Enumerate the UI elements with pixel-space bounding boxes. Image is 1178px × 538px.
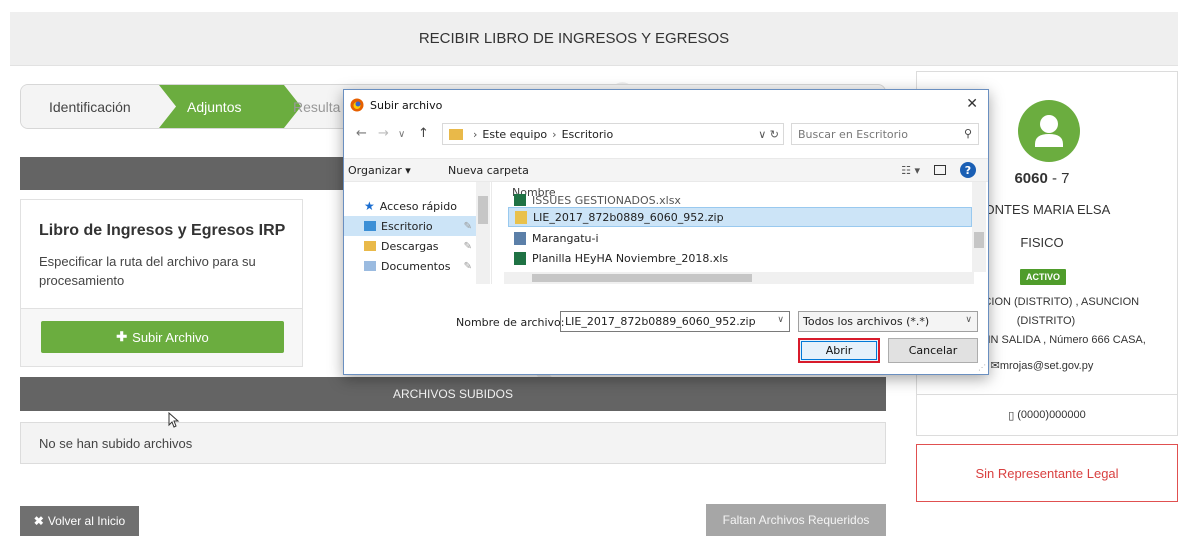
cancel-button[interactable]: Cancelar	[888, 338, 978, 363]
close-icon[interactable]: ✕	[966, 96, 978, 112]
upload-card: Libro de Ingresos y Egresos IRP Especifi…	[20, 199, 303, 367]
filename-label: Nombre de archivo:	[456, 316, 565, 329]
recent-chevron-icon[interactable]: ∨	[398, 129, 405, 140]
plus-icon: ✚	[116, 329, 128, 344]
phone-icon: ▯	[1008, 409, 1015, 422]
back-home-button[interactable]: ✖ Volver al Inicio	[20, 506, 139, 536]
legal-representative: Sin Representante Legal	[916, 444, 1178, 502]
uploaded-files-empty: No se han subido archivos	[20, 422, 886, 464]
help-icon[interactable]: ?	[960, 162, 976, 178]
file-list-scrollbar[interactable]	[972, 182, 986, 272]
star-icon: ★	[364, 199, 375, 213]
resize-grip-icon[interactable]: ⋰	[978, 363, 986, 372]
dialog-titlebar: Subir archivo ✕	[344, 90, 988, 120]
upload-file-button[interactable]: ✚ Subir Archivo	[41, 321, 284, 353]
filetype-select[interactable]: Todos los archivos (*.*) ∨	[798, 311, 978, 332]
envelope-icon: ✉	[990, 360, 1000, 372]
chevron-down-icon[interactable]: ∨	[777, 315, 784, 325]
chevron-down-icon: ∨	[965, 315, 972, 325]
chevron-right-icon: ›	[473, 127, 478, 141]
refresh-icon[interactable]: ∨ ↻	[758, 128, 779, 141]
shortcut-file-icon	[514, 231, 526, 245]
page-header: RECIBIR LIBRO DE INGRESOS Y EGRESOS	[10, 12, 1178, 66]
card-footer: ✚ Subir Archivo	[21, 308, 302, 366]
taxpayer-phone: ▯ (0000)000000	[917, 394, 1177, 435]
documents-folder-icon	[364, 261, 376, 271]
search-icon: ⚲	[963, 127, 972, 140]
back-arrow-icon[interactable]: ←	[356, 126, 367, 141]
address-row: ← → ∨ ↑ › Este equipo › Escritorio ∨ ↻ B…	[344, 123, 988, 147]
excel-file-icon	[514, 194, 526, 206]
downloads-folder-icon	[364, 241, 376, 251]
mouse-cursor-icon	[168, 412, 180, 428]
pin-icon: ✎	[463, 240, 472, 252]
avatar	[1018, 100, 1080, 162]
missing-files-button[interactable]: Faltan Archivos Requeridos	[706, 504, 886, 536]
breadcrumb-escritorio[interactable]: Escritorio	[562, 128, 614, 141]
nav-escritorio[interactable]: Escritorio ✎	[344, 216, 476, 236]
dialog-toolbar: Organizar ▾ Nueva carpeta ☷ ▾ ?	[344, 158, 988, 182]
address-bar[interactable]: › Este equipo › Escritorio ∨ ↻	[442, 123, 784, 145]
breadcrumb-este-equipo[interactable]: Este equipo	[482, 128, 547, 141]
pin-icon: ✎	[463, 260, 472, 272]
navigation-pane: ★ Acceso rápido Escritorio ✎ Descargas ✎ Do…	[344, 182, 492, 284]
file-list: Nombre ISSUES GESTIONADOS.xlsx LIE_2017_…	[504, 182, 988, 284]
zip-file-icon	[515, 210, 527, 224]
filename-input[interactable]: LIE_2017_872b0889_6060_952.zip ∨	[560, 311, 790, 332]
firefox-icon	[350, 98, 364, 112]
uploaded-files-header: ARCHIVOS SUBIDOS	[20, 377, 886, 411]
nav-documentos[interactable]: Documentos ✎	[344, 256, 476, 276]
excel-file-icon	[514, 251, 526, 265]
file-upload-dialog: Subir archivo ✕ ← → ∨ ↑ › Este equipo › …	[343, 89, 989, 375]
file-row[interactable]: ISSUES GESTIONADOS.xlsx	[508, 194, 972, 206]
nav-scrollbar[interactable]	[476, 182, 490, 284]
chevron-right-icon: ›	[552, 127, 557, 141]
user-icon	[1035, 115, 1063, 147]
view-options-icon[interactable]: ☷ ▾	[901, 164, 920, 177]
file-row[interactable]: Planilla HEyHA Noviembre_2018.xls	[508, 248, 972, 268]
step-adjuntos[interactable]: Adjuntos	[159, 85, 301, 128]
file-list-hscrollbar[interactable]	[504, 272, 974, 284]
preview-pane-icon[interactable]	[934, 165, 946, 175]
close-icon: ✖	[33, 514, 44, 528]
nav-quick-access[interactable]: ★ Acceso rápido	[344, 196, 476, 216]
new-folder-button[interactable]: Nueva carpeta	[448, 164, 529, 177]
step-identificacion[interactable]: Identificación	[21, 85, 161, 128]
view-controls: ☷ ▾ ?	[901, 162, 976, 178]
status-badge: ACTIVO	[1020, 269, 1066, 285]
card-title: Libro de Ingresos y Egresos IRP	[39, 222, 286, 239]
forward-arrow-icon[interactable]: →	[378, 126, 389, 141]
folder-icon	[449, 128, 463, 140]
pin-icon: ✎	[463, 220, 472, 232]
file-row-selected[interactable]: LIE_2017_872b0889_6060_952.zip	[508, 207, 972, 227]
nav-descargas[interactable]: Descargas ✎	[344, 236, 476, 256]
organize-menu[interactable]: Organizar ▾	[348, 164, 411, 177]
search-input[interactable]: Buscar en Escritorio ⚲	[791, 123, 979, 145]
dialog-title: Subir archivo	[370, 98, 443, 112]
open-button[interactable]: Abrir	[798, 338, 880, 363]
up-arrow-icon[interactable]: ↑	[418, 126, 429, 141]
desktop-folder-icon	[364, 221, 376, 231]
file-row[interactable]: Marangatu-i	[508, 228, 972, 248]
page-title: RECIBIR LIBRO DE INGRESOS Y EGRESOS	[418, 30, 730, 47]
card-description: Especificar la ruta del archivo para su …	[39, 254, 256, 288]
